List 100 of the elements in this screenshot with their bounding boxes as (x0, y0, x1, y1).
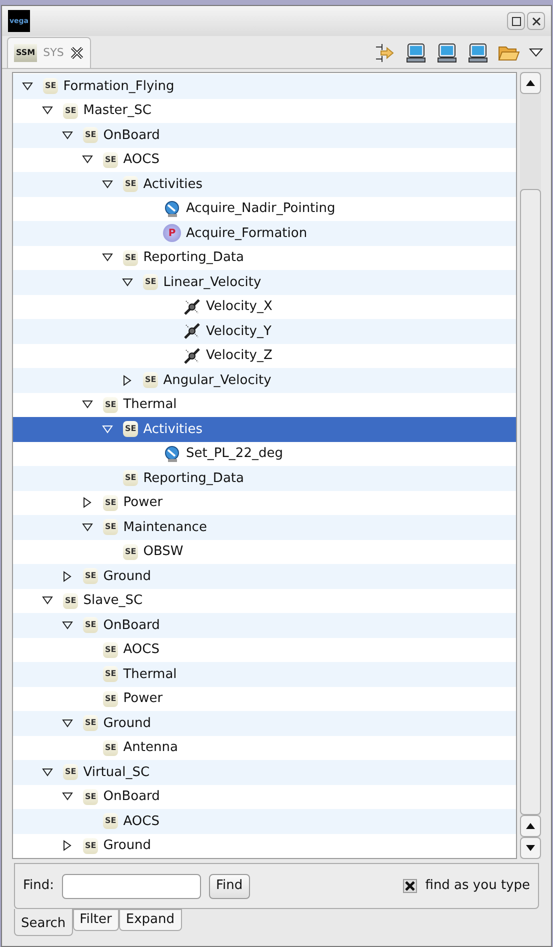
collapse-icon[interactable] (62, 718, 73, 729)
close-button[interactable] (527, 12, 545, 30)
se-badge: SE (103, 152, 118, 168)
collapse-icon[interactable] (82, 154, 93, 166)
tab[interactable]: Expand (118, 909, 182, 931)
tree-label: Velocity_Z (206, 347, 272, 365)
se-badge: SE (103, 642, 118, 658)
se-badge: SE (103, 740, 118, 756)
view-tab[interactable]: SSM SYS (7, 37, 91, 68)
tree-label: Reporting_Data (143, 470, 244, 488)
tab-label: SYS (43, 44, 64, 61)
tree-label: Formation_Flying (63, 78, 174, 96)
satellite-icon (183, 298, 201, 316)
folder-icon[interactable] (498, 44, 520, 62)
expand-icon[interactable] (62, 570, 73, 582)
se-badge: SE (123, 421, 138, 438)
scroll-down-icon[interactable] (526, 845, 535, 851)
scroll-up-icon[interactable] (526, 823, 535, 829)
close-icon[interactable] (70, 46, 84, 60)
tree-item[interactable]: SE Thermal (13, 662, 516, 686)
tree-item[interactable]: SE OnBoard (13, 123, 516, 148)
tree-item[interactable]: SE Activities (13, 172, 516, 196)
tree-label: Ground (103, 714, 152, 732)
tree-item[interactable]: SE Virtual_SC (13, 760, 516, 784)
tab[interactable]: Search (14, 909, 73, 936)
se-badge: SE (123, 176, 138, 192)
collapse-icon[interactable] (82, 399, 93, 410)
find-button[interactable]: Find (209, 874, 250, 898)
maximize-icon (512, 16, 520, 26)
link-arrow-icon[interactable] (374, 42, 396, 64)
se-badge: SE (83, 617, 98, 634)
collapse-icon[interactable] (102, 252, 113, 264)
monitor-icon[interactable] (405, 42, 427, 64)
find-field[interactable] (62, 874, 202, 898)
tree-item[interactable]: SE AOCS (13, 809, 516, 834)
tree-label: Thermal (123, 396, 177, 414)
tree-item[interactable]: SE Reporting_Data (13, 466, 516, 490)
tree-label: Linear_Velocity (163, 274, 262, 292)
tree-label: Velocity_Y (206, 322, 272, 340)
tree-label: Ground (103, 568, 152, 586)
tree-item[interactable]: SE Maintenance (13, 515, 516, 540)
se-badge: SE (83, 568, 98, 584)
collapse-icon[interactable] (42, 595, 53, 606)
tree-label: AOCS (123, 151, 160, 169)
scrollbar[interactable] (520, 72, 541, 859)
tree-item[interactable]: SE Activities (13, 417, 516, 442)
scroll-up-icon[interactable] (526, 80, 535, 86)
monitor-icon[interactable] (436, 42, 458, 64)
find-label: Find: (23, 877, 54, 896)
expand-icon[interactable] (82, 497, 93, 508)
se-badge: SE (103, 396, 118, 413)
tree-label: Acquire_Formation (186, 224, 308, 242)
tree-label: AOCS (123, 812, 160, 830)
monitor-icon[interactable] (467, 42, 489, 64)
checkbox-label: find as you type (425, 877, 530, 896)
ssm-badge: SSM (14, 44, 38, 62)
tree-label: Antenna (123, 739, 178, 757)
tree-label: Slave_SC (83, 592, 143, 610)
tree-label: Ground (103, 837, 152, 855)
se-badge: SE (63, 102, 78, 119)
se-badge: SE (103, 666, 118, 682)
tree-item[interactable]: SE Ground (13, 564, 516, 588)
collapse-icon[interactable] (42, 766, 53, 778)
collapse-icon[interactable] (102, 178, 113, 190)
tree-label: OnBoard (103, 788, 160, 806)
se-badge: SE (143, 274, 158, 290)
tree-item[interactable]: SE Formation_Flying (13, 74, 516, 98)
se-badge: SE (83, 715, 98, 732)
satellite-dish-icon (163, 200, 181, 218)
tree-item[interactable]: P Acquire_Formation (13, 221, 516, 246)
collapse-icon[interactable] (42, 105, 53, 116)
satellite-icon (183, 322, 201, 340)
collapse-icon[interactable] (22, 80, 33, 92)
tree-item[interactable]: SE OnBoard (13, 613, 516, 638)
dropdown-icon[interactable] (529, 48, 543, 58)
tree-item[interactable]: SE Linear_Velocity (13, 270, 516, 294)
se-badge: SE (63, 764, 78, 780)
collapse-icon[interactable] (82, 522, 93, 533)
tab[interactable]: Filter (72, 909, 119, 931)
expand-icon[interactable] (62, 840, 73, 852)
tree-label: Angular_Velocity (163, 372, 272, 390)
satellite-icon (183, 346, 201, 365)
tree-label: Power (123, 494, 163, 512)
collapse-icon[interactable] (62, 620, 73, 631)
tree-label: Master_SC (83, 102, 152, 120)
expand-icon[interactable] (122, 374, 133, 386)
tree-label: AOCS (123, 641, 160, 659)
collapse-icon[interactable] (122, 276, 133, 288)
tree-label: OnBoard (103, 616, 160, 634)
tree-label: OBSW (143, 543, 184, 561)
se-badge: SE (83, 127, 98, 144)
tree-item[interactable]: Velocity_Y (13, 319, 516, 344)
tree-label: Activities (143, 420, 203, 438)
collapse-icon[interactable] (62, 130, 73, 141)
tree-item[interactable]: SE Ground (13, 711, 516, 736)
se-badge: SE (83, 838, 98, 854)
maximize-button[interactable] (507, 12, 525, 30)
collapse-icon[interactable] (62, 791, 73, 802)
checkbox[interactable] (403, 879, 418, 893)
tree-item[interactable]: SE Angular_Velocity (13, 368, 516, 392)
